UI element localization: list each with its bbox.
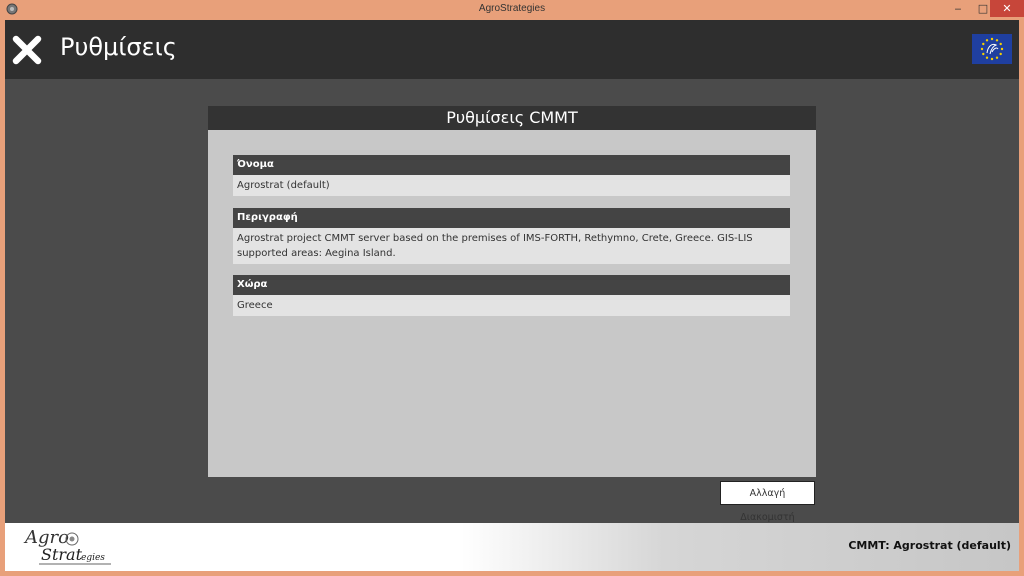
close-x-icon[interactable] [11,34,43,66]
eu-flag-icon [972,34,1012,64]
app-footer: Agro Strat egies CMMT: Agrostrat (defaul… [5,523,1019,571]
window-title: AgroStrategies [478,3,546,14]
app-header: Ρυθμίσεις [5,20,1019,79]
field-description: Περιγραφή Agrostrat project CMMT server … [233,208,790,264]
change-server-button[interactable]: Αλλαγή Διακομιστή [720,481,815,523]
field-name: Όνομα Agrostrat (default) [233,155,790,196]
logo-text-suffix: egies [81,553,105,563]
field-country: Χώρα Greece [233,275,790,316]
field-label-name: Όνομα [233,155,790,175]
field-value-country: Greece [233,295,790,316]
logo-text-bottom: Strat [41,545,83,564]
app-client-area: Ρυθμίσεις Ρυθμίσεις CMMT Όνομα Agrostrat… [5,20,1019,571]
page-title: Ρυθμίσεις [60,33,177,61]
panel-title: Ρυθμίσεις CMMT [208,106,816,130]
settings-panel: Ρυθμίσεις CMMT Όνομα Agrostrat (default)… [208,106,816,477]
minimize-button[interactable]: ‒ [946,0,970,17]
field-value-description: Agrostrat project CMMT server based on t… [233,228,790,264]
window-titlebar: AgroStrategies ‒ □ ✕ [0,0,1024,20]
agrostrategies-logo: Agro Strat egies [23,527,111,565]
window-close-button[interactable]: ✕ [990,0,1024,17]
status-text: CMMT: Agrostrat (default) [848,539,1011,552]
field-label-description: Περιγραφή [233,208,790,228]
field-label-country: Χώρα [233,275,790,295]
field-value-name: Agrostrat (default) [233,175,790,196]
